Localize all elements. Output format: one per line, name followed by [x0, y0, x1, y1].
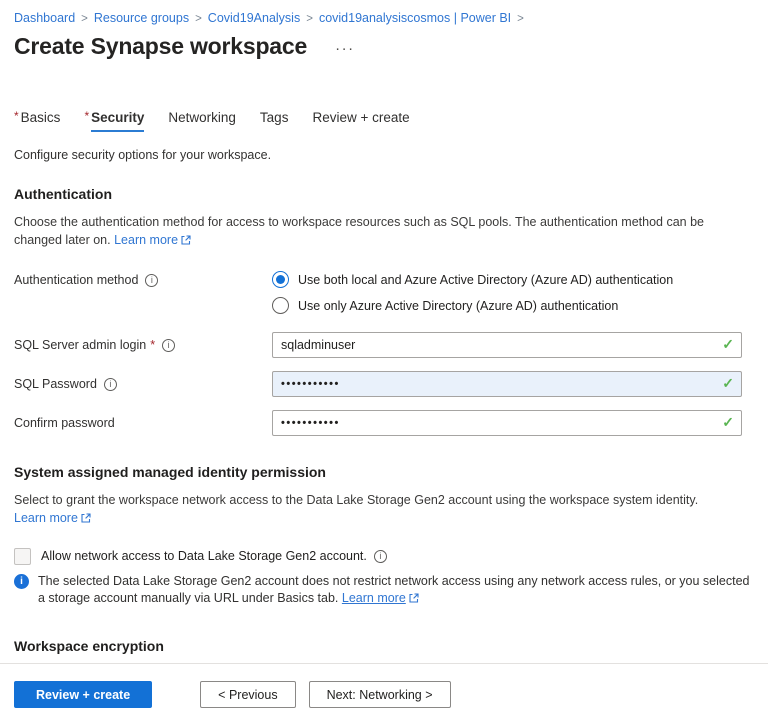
tab-tags[interactable]: Tags: [260, 110, 289, 132]
security-form: Authentication method i Use both local a…: [0, 271, 768, 437]
confirm-password-label: Confirm password: [14, 416, 115, 431]
required-marker: *: [14, 109, 19, 123]
more-options-icon[interactable]: ···: [335, 40, 355, 57]
required-marker: *: [150, 338, 156, 353]
external-link-icon: [181, 235, 191, 245]
breadcrumb-link-covid19analysis[interactable]: Covid19Analysis: [208, 11, 300, 25]
external-link-icon: [81, 513, 91, 523]
page-title: Create Synapse workspace: [14, 33, 308, 59]
sql-admin-login-input[interactable]: [272, 332, 742, 359]
managed-identity-learn-more-link[interactable]: Learn more: [14, 511, 91, 525]
breadcrumb-separator: >: [306, 13, 313, 25]
wizard-footer: Review + create < Previous Next: Network…: [0, 664, 768, 708]
learn-more-label: Learn more: [341, 591, 406, 606]
authentication-method-radio-group: Use both local and Azure Active Director…: [272, 271, 674, 315]
managed-identity-heading: System assigned managed identity permiss…: [14, 464, 326, 481]
authentication-method-label: Authentication method: [14, 273, 139, 288]
authentication-heading: Authentication: [14, 186, 112, 202]
radio-selected-icon: [272, 271, 289, 289]
tab-label: Tags: [259, 110, 289, 125]
info-icon[interactable]: i: [145, 273, 159, 287]
tab-label: Networking: [168, 110, 236, 125]
next-networking-button[interactable]: Next: Networking >: [308, 681, 451, 708]
info-note-text: The selected Data Lake Storage Gen2 acco…: [38, 573, 754, 609]
confirm-password-label-group: Confirm password: [14, 416, 272, 430]
tab-label: Review + create: [312, 110, 410, 125]
create-synapse-workspace-page: Dashboard > Resource groups > Covid19Analysi…: [0, 0, 768, 726]
tab-review-create[interactable]: Review + create: [312, 110, 409, 132]
allow-network-access-label: Allow network access to Data Lake Storag…: [41, 549, 367, 563]
previous-button[interactable]: < Previous: [200, 681, 296, 708]
sql-password-row: SQL Password i ✓: [14, 371, 754, 398]
radio-unselected-icon: [272, 297, 289, 315]
sql-password-input[interactable]: [272, 371, 742, 398]
sql-password-label-group: SQL Password i: [14, 377, 272, 391]
radio-label: Use only Azure Active Directory (Azure A…: [298, 298, 619, 313]
sql-admin-login-label-group: SQL Server admin login * i: [14, 338, 272, 352]
required-marker: *: [84, 109, 90, 123]
breadcrumb-separator: >: [517, 13, 524, 25]
sql-admin-login-row: SQL Server admin login * i ✓: [14, 332, 754, 359]
learn-more-label: Learn more: [14, 511, 78, 526]
tab-security[interactable]: * Security: [84, 109, 145, 132]
authentication-method-row: Authentication method i Use both local a…: [14, 271, 754, 315]
review-create-button[interactable]: Review + create: [14, 681, 153, 708]
confirm-password-row: Confirm password ✓: [14, 410, 754, 437]
external-link-icon: [409, 593, 419, 603]
note-learn-more-link[interactable]: Learn more: [342, 591, 419, 605]
radio-label: Use both local and Azure Active Director…: [298, 272, 674, 287]
valid-checkmark-icon: ✓: [722, 336, 734, 353]
sql-admin-login-label: SQL Server admin login: [14, 338, 147, 353]
wizard-tab-bar: * Basics * Security Networking Tags Revi…: [0, 109, 768, 132]
managed-identity-description: Select to grant the workspace network ac…: [0, 491, 762, 527]
authentication-method-label-group: Authentication method i: [14, 273, 272, 287]
learn-more-label: Learn more: [114, 233, 179, 248]
breadcrumb-link-dashboard[interactable]: Dashboard: [14, 11, 75, 25]
storage-network-info-note: i The selected Data Lake Storage Gen2 ac…: [0, 573, 768, 609]
sql-password-label: SQL Password: [14, 377, 97, 392]
tab-networking[interactable]: Networking: [168, 110, 236, 132]
info-icon[interactable]: i: [103, 377, 117, 391]
breadcrumb-separator: >: [81, 13, 88, 25]
valid-checkmark-icon: ✓: [722, 375, 734, 392]
allow-network-access-checkbox[interactable]: [14, 547, 31, 565]
managed-identity-description-text: Select to grant the workspace network ac…: [14, 493, 699, 508]
breadcrumb-separator: >: [195, 13, 202, 25]
sql-admin-login-input-wrap: ✓: [272, 332, 742, 359]
tab-basics[interactable]: * Basics: [14, 109, 61, 132]
allow-network-access-row: Allow network access to Data Lake Storag…: [0, 547, 768, 565]
radio-use-both-auth[interactable]: Use both local and Azure Active Director…: [272, 271, 674, 289]
authentication-learn-more-link[interactable]: Learn more: [114, 233, 191, 247]
authentication-description: Choose the authentication method for acc…: [0, 213, 762, 249]
confirm-password-input[interactable]: [272, 410, 742, 437]
sql-password-input-wrap: ✓: [272, 371, 742, 398]
tab-description: Configure security options for your work…: [14, 148, 272, 162]
breadcrumb: Dashboard > Resource groups > Covid19Analysi…: [0, 0, 768, 25]
workspace-encryption-heading: Workspace encryption: [14, 638, 164, 654]
tab-label: Security: [91, 110, 145, 132]
breadcrumb-link-cosmos-powerbi[interactable]: covid19analysiscosmos | Power BI: [319, 11, 511, 25]
info-icon[interactable]: i: [373, 549, 387, 563]
title-row: Create Synapse workspace ···: [0, 25, 768, 60]
radio-use-only-aad-auth[interactable]: Use only Azure Active Directory (Azure A…: [272, 297, 673, 315]
valid-checkmark-icon: ✓: [722, 414, 734, 431]
confirm-password-input-wrap: ✓: [272, 410, 742, 437]
tab-label: Basics: [20, 110, 61, 125]
info-filled-icon: i: [14, 573, 29, 589]
info-icon[interactable]: i: [162, 338, 176, 352]
breadcrumb-link-resource-groups[interactable]: Resource groups: [94, 11, 189, 25]
